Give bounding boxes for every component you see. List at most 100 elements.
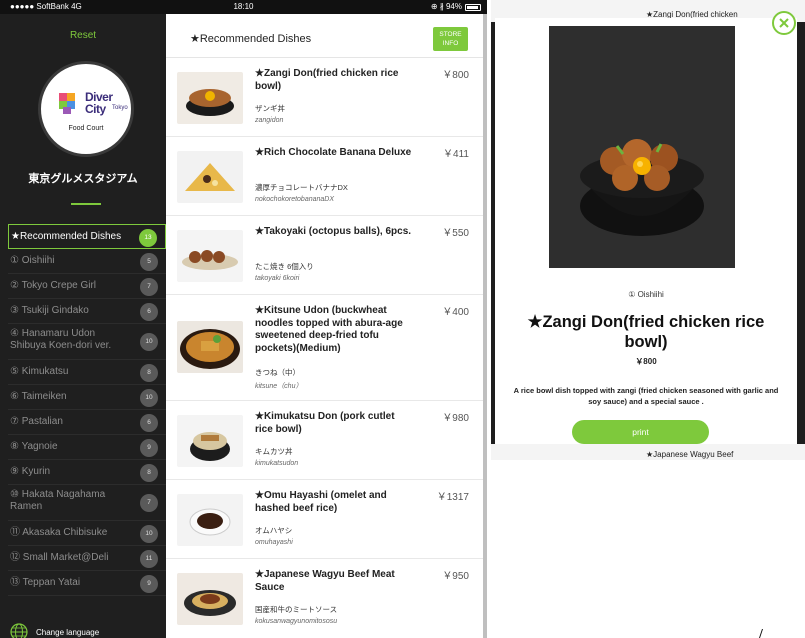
dish-japanese-name: オムハヤシ	[255, 526, 293, 535]
dish-romaji-name: zangidon	[255, 117, 284, 124]
shop-count-badge: 7	[140, 278, 158, 296]
store-info-button[interactable]: STORE INFO	[433, 27, 468, 51]
dish-japanese-name: 濃厚チョコレートバナナDX	[255, 183, 348, 192]
shop-count-badge: 11	[140, 550, 158, 568]
shop-label: ① Oishiihi	[10, 255, 55, 266]
shop-count-badge: 13	[139, 229, 157, 247]
shop-item-yagnoie[interactable]: ⑧ Yagnoie 9	[8, 435, 166, 460]
dish-row[interactable]: ★Omu Hayashi (omelet and hashed beef ric…	[166, 480, 483, 559]
venue-title-underline	[71, 203, 101, 205]
dish-japanese-name: たこ焼き 6個入り	[255, 262, 314, 271]
shop-label: ⑪ Akasaka Chibisuke	[10, 527, 108, 538]
battery-level-fill	[467, 5, 479, 9]
dish-photo-choco-banana	[177, 151, 243, 203]
shop-item-akasaka-chibisuke[interactable]: ⑪ Akasaka Chibisuke 10	[8, 521, 166, 546]
dish-name: ★Omu Hayashi (omelet and hashed beef ric…	[255, 490, 387, 514]
dish-price: ￥411	[443, 149, 469, 160]
dish-list-header: ★Recommended Dishes STORE INFO	[166, 14, 483, 58]
dish-description: A rice bowl dish topped with zangi (frie…	[513, 386, 779, 406]
dish-photo-large	[549, 26, 735, 268]
venue-title: 東京グルメスタジアム	[28, 173, 138, 185]
shop-item-tsukiji-gindako[interactable]: ③ Tsukiji Gindako 6	[8, 299, 166, 324]
battery-percent: ⊕ ∦ 94%	[430, 2, 462, 11]
shop-label: ⑤ Kimukatsu	[10, 366, 69, 377]
shop-count-badge: 9	[140, 439, 158, 457]
logo-subtitle: Food Court	[68, 125, 104, 132]
logo-word-city: City	[85, 102, 106, 116]
reset-button[interactable]: Reset	[0, 30, 166, 41]
dish-price: ￥400	[442, 307, 469, 318]
change-language-button[interactable]: Change language	[10, 623, 99, 638]
shop-label: ⑥ Taimeiken	[10, 391, 67, 402]
dish-romaji-name: omuhayashi	[255, 539, 293, 546]
shop-label: ④ Hanamaru Udon Shibuya Koen-dori ver.	[10, 328, 112, 351]
dish-row[interactable]: ★Zangi Don(fried chicken rice bowl) ￥800…	[166, 58, 483, 137]
shop-count-badge: 5	[140, 253, 158, 271]
shop-count-badge: 10	[140, 389, 158, 407]
cursor-icon	[759, 629, 763, 638]
dish-row[interactable]: ★Japanese Wagyu Beef Meat Sauce ￥950 国産和…	[166, 559, 483, 638]
clock: 18:10	[233, 2, 254, 11]
shop-item-oishiihi[interactable]: ① Oishiihi 5	[8, 249, 166, 274]
dish-photo-wagyu-meat-sauce	[177, 573, 243, 625]
sidebar: Reset Diver City Tokyo Food Court 東京グルメス…	[0, 14, 166, 638]
dish-detail-modal: ① Oishiihi ★Zangi Don(fried chicken rice…	[495, 18, 797, 444]
print-button[interactable]: print	[572, 420, 709, 444]
dish-detail-screen: ★Zangi Don(fried chicken ★Japanese Wagyu…	[491, 0, 805, 460]
shop-item-teppan-yatai[interactable]: ⑬ Teppan Yatai 9	[8, 571, 166, 596]
dish-shop-name: ① Oishiihi	[628, 290, 664, 299]
shop-label: ⑧ Yagnoie	[10, 441, 58, 452]
status-bar: ●●●●● SoftBank 4G 18:10 ⊕ ∦ 94%	[0, 0, 487, 14]
dish-name: ★Japanese Wagyu Beef Meat Sauce	[255, 569, 395, 593]
dish-romaji-name: takoyaki 6koiri	[255, 275, 300, 282]
dish-price: ￥550	[442, 228, 469, 239]
dish-photo-zangi-don	[177, 72, 243, 124]
change-language-label: Change language	[36, 627, 100, 637]
dish-photo-kimukatsu-don	[177, 415, 243, 467]
cube-logo-icon	[59, 93, 75, 114]
dish-photo-takoyaki	[177, 230, 243, 282]
dish-price: ￥800	[442, 70, 469, 81]
shop-count-badge: 6	[140, 303, 158, 321]
shop-count-badge: 9	[140, 575, 158, 593]
shop-item-tokyo-crepe-girl[interactable]: ② Tokyo Crepe Girl 7	[8, 274, 166, 299]
battery-icon	[465, 3, 481, 11]
dish-name: ★Kimukatsu Don (pork cutlet rice bowl)	[255, 411, 395, 435]
shop-item-hakata-nagahama-ramen[interactable]: ⑩ Hakata Nagahama Ramen 7	[8, 485, 166, 521]
logo-word-tokyo: Tokyo	[112, 105, 128, 111]
battery-indicator: ⊕ ∦ 94%	[431, 0, 481, 14]
dish-name: ★Kitsune Udon (buckwheat noodles topped …	[255, 305, 403, 354]
shop-item-kyurin[interactable]: ⑨ Kyurin 8	[8, 460, 166, 485]
dish-row[interactable]: ★Takoyaki (octopus balls), 6pcs. ￥550 たこ…	[166, 216, 483, 295]
close-button[interactable]	[772, 11, 796, 35]
shop-count-badge: 6	[140, 414, 158, 432]
shop-item-small-market-deli[interactable]: ⑫ Small Market@Deli 11	[8, 546, 166, 571]
dish-name: ★Zangi Don(fried chicken rice bowl)	[255, 68, 399, 92]
shop-label: ② Tokyo Crepe Girl	[10, 280, 97, 291]
shop-label: ⑬ Teppan Yatai	[10, 577, 81, 588]
shop-item-hanamaru-udon[interactable]: ④ Hanamaru Udon Shibuya Koen-dori ver. 1…	[8, 324, 166, 360]
shop-item-recommended[interactable]: ★Recommended Dishes 13	[8, 224, 166, 249]
dish-japanese-name: きつね（中）	[255, 368, 300, 377]
page-title: ★Recommended Dishes	[190, 33, 312, 45]
shop-count-badge: 8	[140, 364, 158, 382]
dish-price: ￥800	[635, 357, 657, 366]
shop-list: ★Recommended Dishes 13 ① Oishiihi 5 ② To…	[8, 224, 166, 596]
dish-romaji-name: nokochokoretobananaDX	[255, 196, 335, 203]
dish-romaji-name: kokusanwagyunomitososu	[255, 618, 338, 625]
globe-icon	[10, 623, 28, 638]
food-court-logo: Diver City Tokyo Food Court	[38, 61, 134, 157]
dish-list-panel: ★Recommended Dishes STORE INFO ★Zangi Do…	[166, 14, 483, 638]
shop-item-kimukatsu[interactable]: ⑤ Kimukatsu 8	[8, 360, 166, 385]
dish-japanese-name: 国産和牛のミートソース	[255, 605, 338, 614]
shop-item-pastalian[interactable]: ⑦ Pastalian 6	[8, 410, 166, 435]
dish-price: ￥1317	[436, 492, 469, 503]
dish-romaji-name: kimukatsudon	[255, 460, 299, 467]
dish-row[interactable]: ★Kitsune Udon (buckwheat noodles topped …	[166, 295, 483, 401]
dish-title: ★Zangi Don(fried chicken rice bowl)	[527, 313, 765, 351]
dish-row[interactable]: ★Rich Chocolate Banana Deluxe ￥411 濃厚チョコ…	[166, 137, 483, 216]
dish-row[interactable]: ★Kimukatsu Don (pork cutlet rice bowl) ￥…	[166, 401, 483, 480]
shop-item-taimeiken[interactable]: ⑥ Taimeiken 10	[8, 385, 166, 410]
shop-label: ⑩ Hakata Nagahama Ramen	[10, 489, 106, 512]
shop-label: ⑨ Kyurin	[10, 466, 51, 477]
